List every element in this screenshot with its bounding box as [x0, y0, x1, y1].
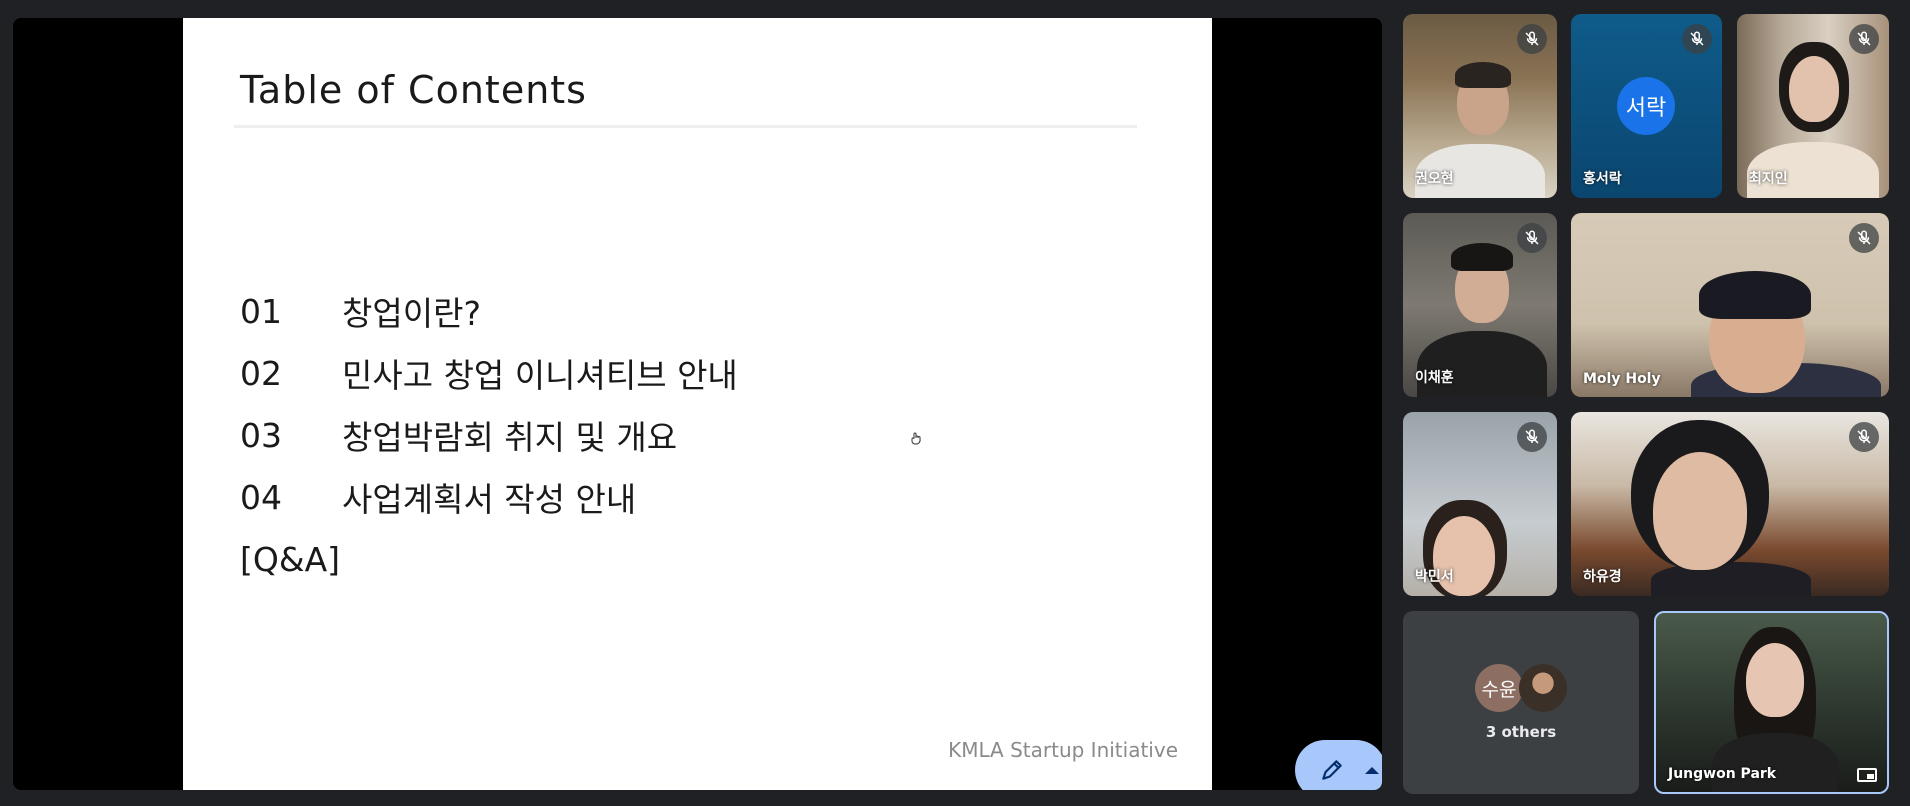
slide: Table of Contents 01 창업이란? 02 민사고 창업 이니셔…: [183, 18, 1212, 790]
title-divider: [234, 125, 1137, 128]
participant-video: [1653, 452, 1747, 570]
participant-video: [1651, 562, 1811, 596]
participant-name: Moly Holy: [1583, 371, 1661, 387]
mic-off-icon: [1517, 223, 1547, 253]
participant-video: [1455, 62, 1511, 88]
avatar: [1519, 664, 1567, 712]
avatar: 서락: [1617, 77, 1675, 135]
toc-qa: [Q&A]: [240, 539, 341, 579]
participant-tile[interactable]: Moly Holy: [1571, 213, 1889, 397]
others-tile[interactable]: 수윤 3 others: [1403, 611, 1639, 794]
participant-video: [1746, 643, 1804, 717]
toc-number: 02: [240, 353, 282, 393]
participant-video: [1451, 243, 1513, 271]
mic-off-icon: [1517, 24, 1547, 54]
toc-item: 03 창업박람회 취지 및 개요: [240, 404, 738, 466]
participant-name: 권오현: [1415, 171, 1454, 187]
hand-cursor-icon: [911, 432, 921, 445]
participant-video: [1417, 331, 1547, 397]
participant-tile[interactable]: 서락 홍서락: [1571, 14, 1722, 198]
mic-off-icon: [1849, 24, 1879, 54]
participant-name: 이채훈: [1415, 370, 1454, 386]
participant-video: [1789, 56, 1839, 122]
participant-tile[interactable]: 최지인: [1737, 14, 1889, 198]
slide-footer: KMLA Startup Initiative: [948, 738, 1178, 762]
participant-name: Jungwon Park: [1668, 766, 1777, 782]
slide-title: Table of Contents: [240, 68, 587, 112]
toc-label: 사업계획서 작성 안내: [342, 480, 637, 519]
presentation-stage: Table of Contents 01 창업이란? 02 민사고 창업 이니셔…: [13, 18, 1382, 790]
pen-icon: [1322, 760, 1342, 780]
toc-item: 01 창업이란?: [240, 280, 738, 342]
mic-off-icon: [1849, 422, 1879, 452]
participant-tile[interactable]: 박민서: [1403, 412, 1557, 596]
participant-tile[interactable]: 권오현: [1403, 14, 1557, 198]
chevron-up-icon[interactable]: [1365, 766, 1379, 774]
toc-label: 창업이란?: [342, 294, 481, 333]
toc-number: 03: [240, 415, 282, 455]
self-tile[interactable]: Jungwon Park: [1654, 611, 1889, 794]
participant-tile[interactable]: 하유경: [1571, 412, 1889, 596]
mic-off-icon: [1517, 422, 1547, 452]
mic-off-icon: [1682, 24, 1712, 54]
participant-tile[interactable]: 이채훈: [1403, 213, 1557, 397]
mic-off-icon: [1849, 223, 1879, 253]
participant-name: 하유경: [1583, 569, 1622, 585]
participant-name: 홍서락: [1583, 171, 1622, 187]
toc-item: 02 민사고 창업 이니셔티브 안내: [240, 342, 738, 404]
avatar: 수윤: [1475, 664, 1523, 712]
toc-number: 04: [240, 477, 282, 517]
toc-item: 04 사업계획서 작성 안내: [240, 466, 738, 528]
participant-video: [1699, 271, 1811, 319]
picture-in-picture-icon[interactable]: [1857, 768, 1877, 782]
participant-video: [1712, 733, 1838, 792]
participant-name: 최지인: [1749, 171, 1788, 187]
table-of-contents: 01 창업이란? 02 민사고 창업 이니셔티브 안내 03 창업박람회 취지 …: [240, 280, 738, 590]
participant-name: 박민서: [1415, 569, 1454, 585]
toc-label: 민사고 창업 이니셔티브 안내: [342, 356, 738, 395]
annotate-button[interactable]: [1295, 740, 1382, 790]
toc-number: 01: [240, 291, 282, 331]
others-count: 3 others: [1485, 723, 1557, 741]
toc-label: 창업박람회 취지 및 개요: [342, 418, 678, 457]
